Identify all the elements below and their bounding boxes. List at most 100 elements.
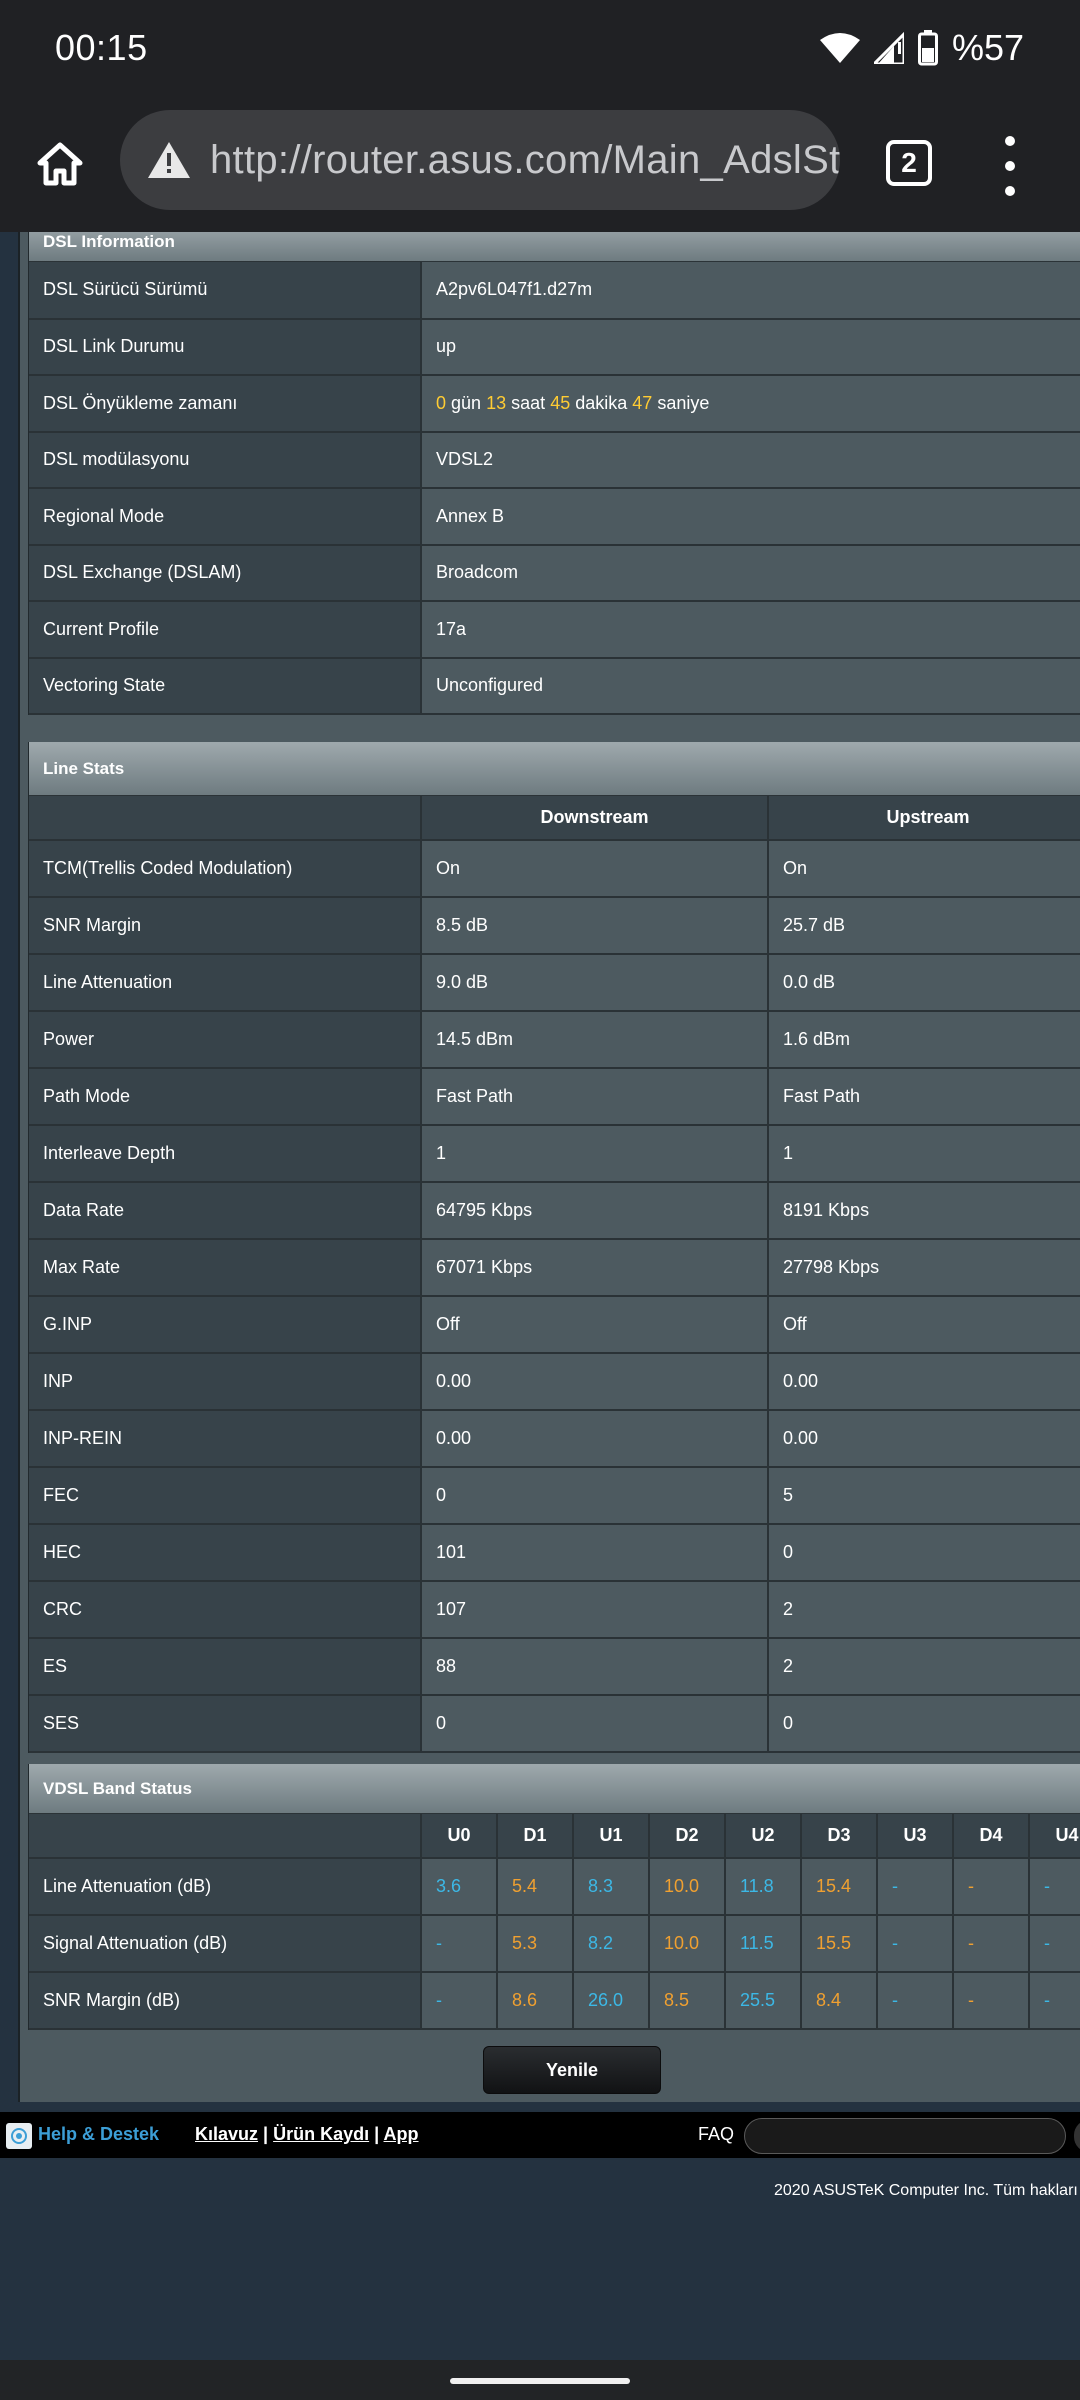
line-stat-label: Max Rate	[29, 1239, 422, 1297]
dsl-information-table: DSL Sürücü Sürümü A2pv6L047f1.d27m DSL Lin…	[29, 262, 1080, 715]
dsl-info-value: Unconfigured	[421, 657, 1080, 715]
line-stat-label: TCM(Trellis Coded Modulation)	[29, 840, 422, 898]
upstream-value: 1	[768, 1125, 1080, 1183]
line-stat-label: SNR Margin	[29, 897, 422, 955]
band-value: 25.5	[725, 1972, 802, 2030]
dsl-info-label: DSL modülasyonu	[29, 431, 422, 489]
browser-toolbar: http://router.asus.com/Main_AdslStatus_C…	[0, 96, 1080, 232]
band-header-u3: U3	[877, 1814, 954, 1859]
product-registration-link[interactable]: Ürün Kaydı	[273, 2124, 369, 2144]
tab-switcher-button[interactable]: 2	[886, 140, 932, 186]
home-button[interactable]	[0, 96, 120, 232]
band-header-d3: D3	[801, 1814, 878, 1859]
line-stat-label: Path Mode	[29, 1068, 422, 1126]
line-stats-row: CRC 107 2	[29, 1581, 1080, 1639]
downstream-value: 8.5 dB	[421, 897, 769, 955]
app-link[interactable]: App	[384, 2124, 419, 2144]
dsl-info-row: DSL Sürücü Sürümü A2pv6L047f1.d27m	[29, 262, 1080, 320]
line-stats-panel: Line Stats Downstream Upstream TCM(Trell…	[28, 742, 1080, 1753]
line-stat-label: Line Attenuation	[29, 954, 422, 1012]
line-stats-title: Line Stats	[29, 742, 1080, 796]
status-bar: 00:15 %57	[0, 0, 1080, 96]
downstream-value: Fast Path	[421, 1068, 769, 1126]
copyright-text: 2020 ASUSTeK Computer Inc. Tüm hakları s…	[774, 2182, 1080, 2199]
help-icon[interactable]	[6, 2123, 32, 2149]
refresh-button[interactable]: Yenile	[483, 2046, 661, 2094]
uptime-seconds-unit: saniye	[657, 392, 710, 413]
band-value: 11.5	[725, 1915, 802, 1973]
band-value: -	[877, 1915, 954, 1973]
downstream-value: 67071 Kbps	[421, 1239, 769, 1297]
line-stats-row: TCM(Trellis Coded Modulation) On On	[29, 840, 1080, 898]
band-row-label: Signal Attenuation (dB)	[29, 1915, 422, 1973]
downstream-value: 14.5 dBm	[421, 1011, 769, 1069]
downstream-value: 9.0 dB	[421, 954, 769, 1012]
downstream-value: 107	[421, 1581, 769, 1639]
upstream-value: 0.0 dB	[768, 954, 1080, 1012]
line-stats-row: ES 88 2	[29, 1638, 1080, 1696]
upstream-value: On	[768, 840, 1080, 898]
vdsl-band-status-title: VDSL Band Status	[29, 1764, 1080, 1814]
band-header-d1: D1	[497, 1814, 574, 1859]
system-navigation-bar	[0, 2360, 1080, 2400]
line-stat-label: SES	[29, 1695, 422, 1753]
signal-icon	[873, 32, 904, 64]
manual-link[interactable]: Kılavuz	[195, 2124, 258, 2144]
uptime-minutes-unit: dakika	[575, 392, 628, 413]
help-support-link[interactable]: Help & Destek	[38, 2124, 159, 2145]
band-value: -	[421, 1972, 498, 2030]
band-value: -	[953, 1858, 1030, 1916]
faq-search-input[interactable]	[744, 2118, 1066, 2154]
line-stats-row: INP-REIN 0.00 0.00	[29, 1410, 1080, 1468]
faq-label: FAQ	[698, 2124, 735, 2144]
battery-icon	[917, 30, 938, 66]
link-separator: |	[374, 2124, 380, 2144]
band-value: 5.3	[497, 1915, 574, 1973]
upstream-value: 25.7 dB	[768, 897, 1080, 955]
dsl-info-label: DSL Önyükleme zamanı	[29, 375, 422, 433]
band-row-label: SNR Margin (dB)	[29, 1972, 422, 2030]
home-gesture-handle[interactable]	[450, 2378, 630, 2384]
dsl-info-value: VDSL2	[421, 431, 1080, 489]
band-row: Signal Attenuation (dB) -5.3 8.2 10.0 11.5 15…	[29, 1915, 1080, 1973]
vdsl-band-table: U0 D1 U1 D2 U2 D3 U3 D4 U4 Line Attenuation (dB)…	[29, 1814, 1080, 2030]
band-value: 10.0	[649, 1915, 726, 1973]
band-value: 8.3	[573, 1858, 650, 1916]
url-text[interactable]: http://router.asus.com/Main_AdslStatus_C…	[210, 138, 840, 183]
dsl-info-label: DSL Link Durumu	[29, 318, 422, 376]
dsl-info-row: Regional Mode Annex B	[29, 488, 1080, 546]
page-content: DSL Information DSL Sürücü Sürümü A2pv6L0…	[0, 232, 1080, 2360]
dsl-information-title: DSL Information	[29, 232, 1080, 262]
line-stat-label: Power	[29, 1011, 422, 1069]
address-bar[interactable]: http://router.asus.com/Main_AdslStatus_C…	[120, 110, 840, 210]
band-header-u1: U1	[573, 1814, 650, 1859]
dsl-info-row: Vectoring State Unconfigured	[29, 657, 1080, 715]
faq-search-button[interactable]	[1074, 2120, 1080, 2152]
line-stats-row: SES 0 0	[29, 1695, 1080, 1753]
uptime-days: 0	[436, 392, 447, 413]
line-stats-row: Power 14.5 dBm 1.6 dBm	[29, 1011, 1080, 1069]
overflow-menu-icon[interactable]	[998, 136, 1022, 196]
dsl-info-row: DSL modülasyonu VDSL2	[29, 431, 1080, 489]
line-stats-row: Path Mode Fast Path Fast Path	[29, 1068, 1080, 1126]
dsl-info-value: 0 gün 13 saat 45 dakika 47 saniye	[421, 375, 1080, 433]
downstream-value: 64795 Kbps	[421, 1182, 769, 1240]
band-row-label: Line Attenuation (dB)	[29, 1858, 422, 1916]
upstream-value: 0.00	[768, 1353, 1080, 1411]
dsl-info-row: DSL Exchange (DSLAM) Broadcom	[29, 544, 1080, 602]
dsl-info-row: DSL Önyükleme zamanı 0 gün 13 saat 45 dak…	[29, 375, 1080, 433]
warning-icon[interactable]	[146, 140, 192, 180]
band-value: 10.0	[649, 1858, 726, 1916]
upstream-value: 27798 Kbps	[768, 1239, 1080, 1297]
line-stats-row: G.INP Off Off	[29, 1296, 1080, 1354]
band-header-d2: D2	[649, 1814, 726, 1859]
footer: Help & Destek Kılavuz | Ürün Kaydı | App…	[0, 2112, 1080, 2158]
band-value: 8.6	[497, 1972, 574, 2030]
line-stat-label: G.INP	[29, 1296, 422, 1354]
line-stats-row: Max Rate 67071 Kbps 27798 Kbps	[29, 1239, 1080, 1297]
band-value: -	[953, 1972, 1030, 2030]
upstream-value: 8191 Kbps	[768, 1182, 1080, 1240]
downstream-value: Off	[421, 1296, 769, 1354]
band-value: 11.8	[725, 1858, 802, 1916]
band-value: -	[1029, 1972, 1080, 2030]
